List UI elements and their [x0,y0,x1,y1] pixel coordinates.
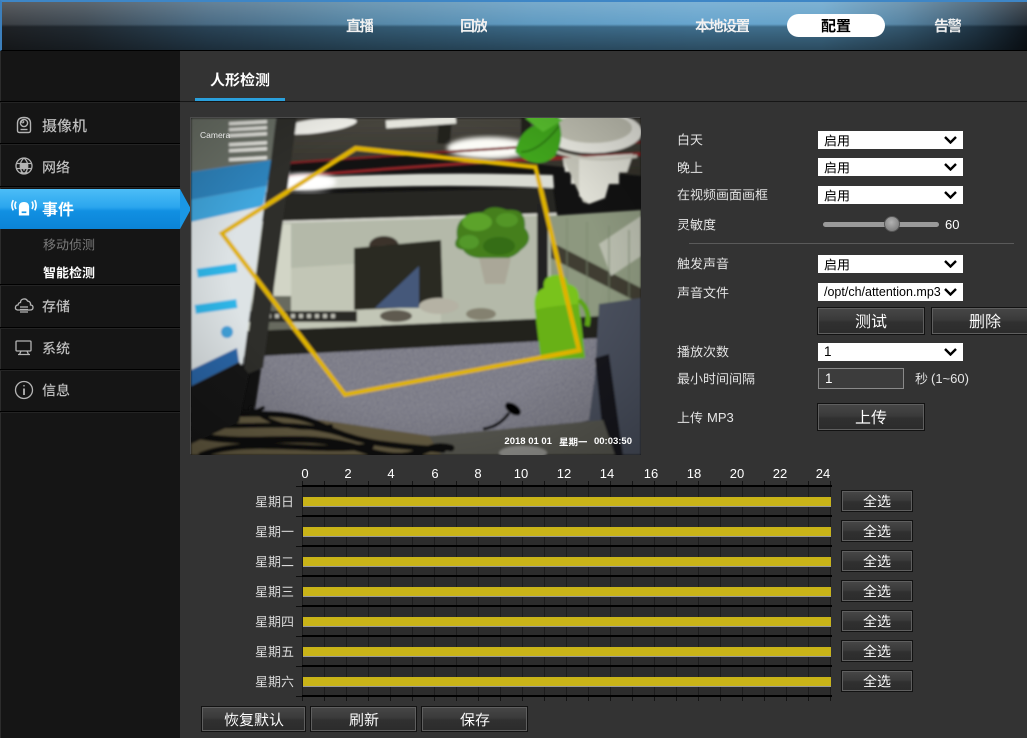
svg-text:Camera: Camera [200,130,231,140]
